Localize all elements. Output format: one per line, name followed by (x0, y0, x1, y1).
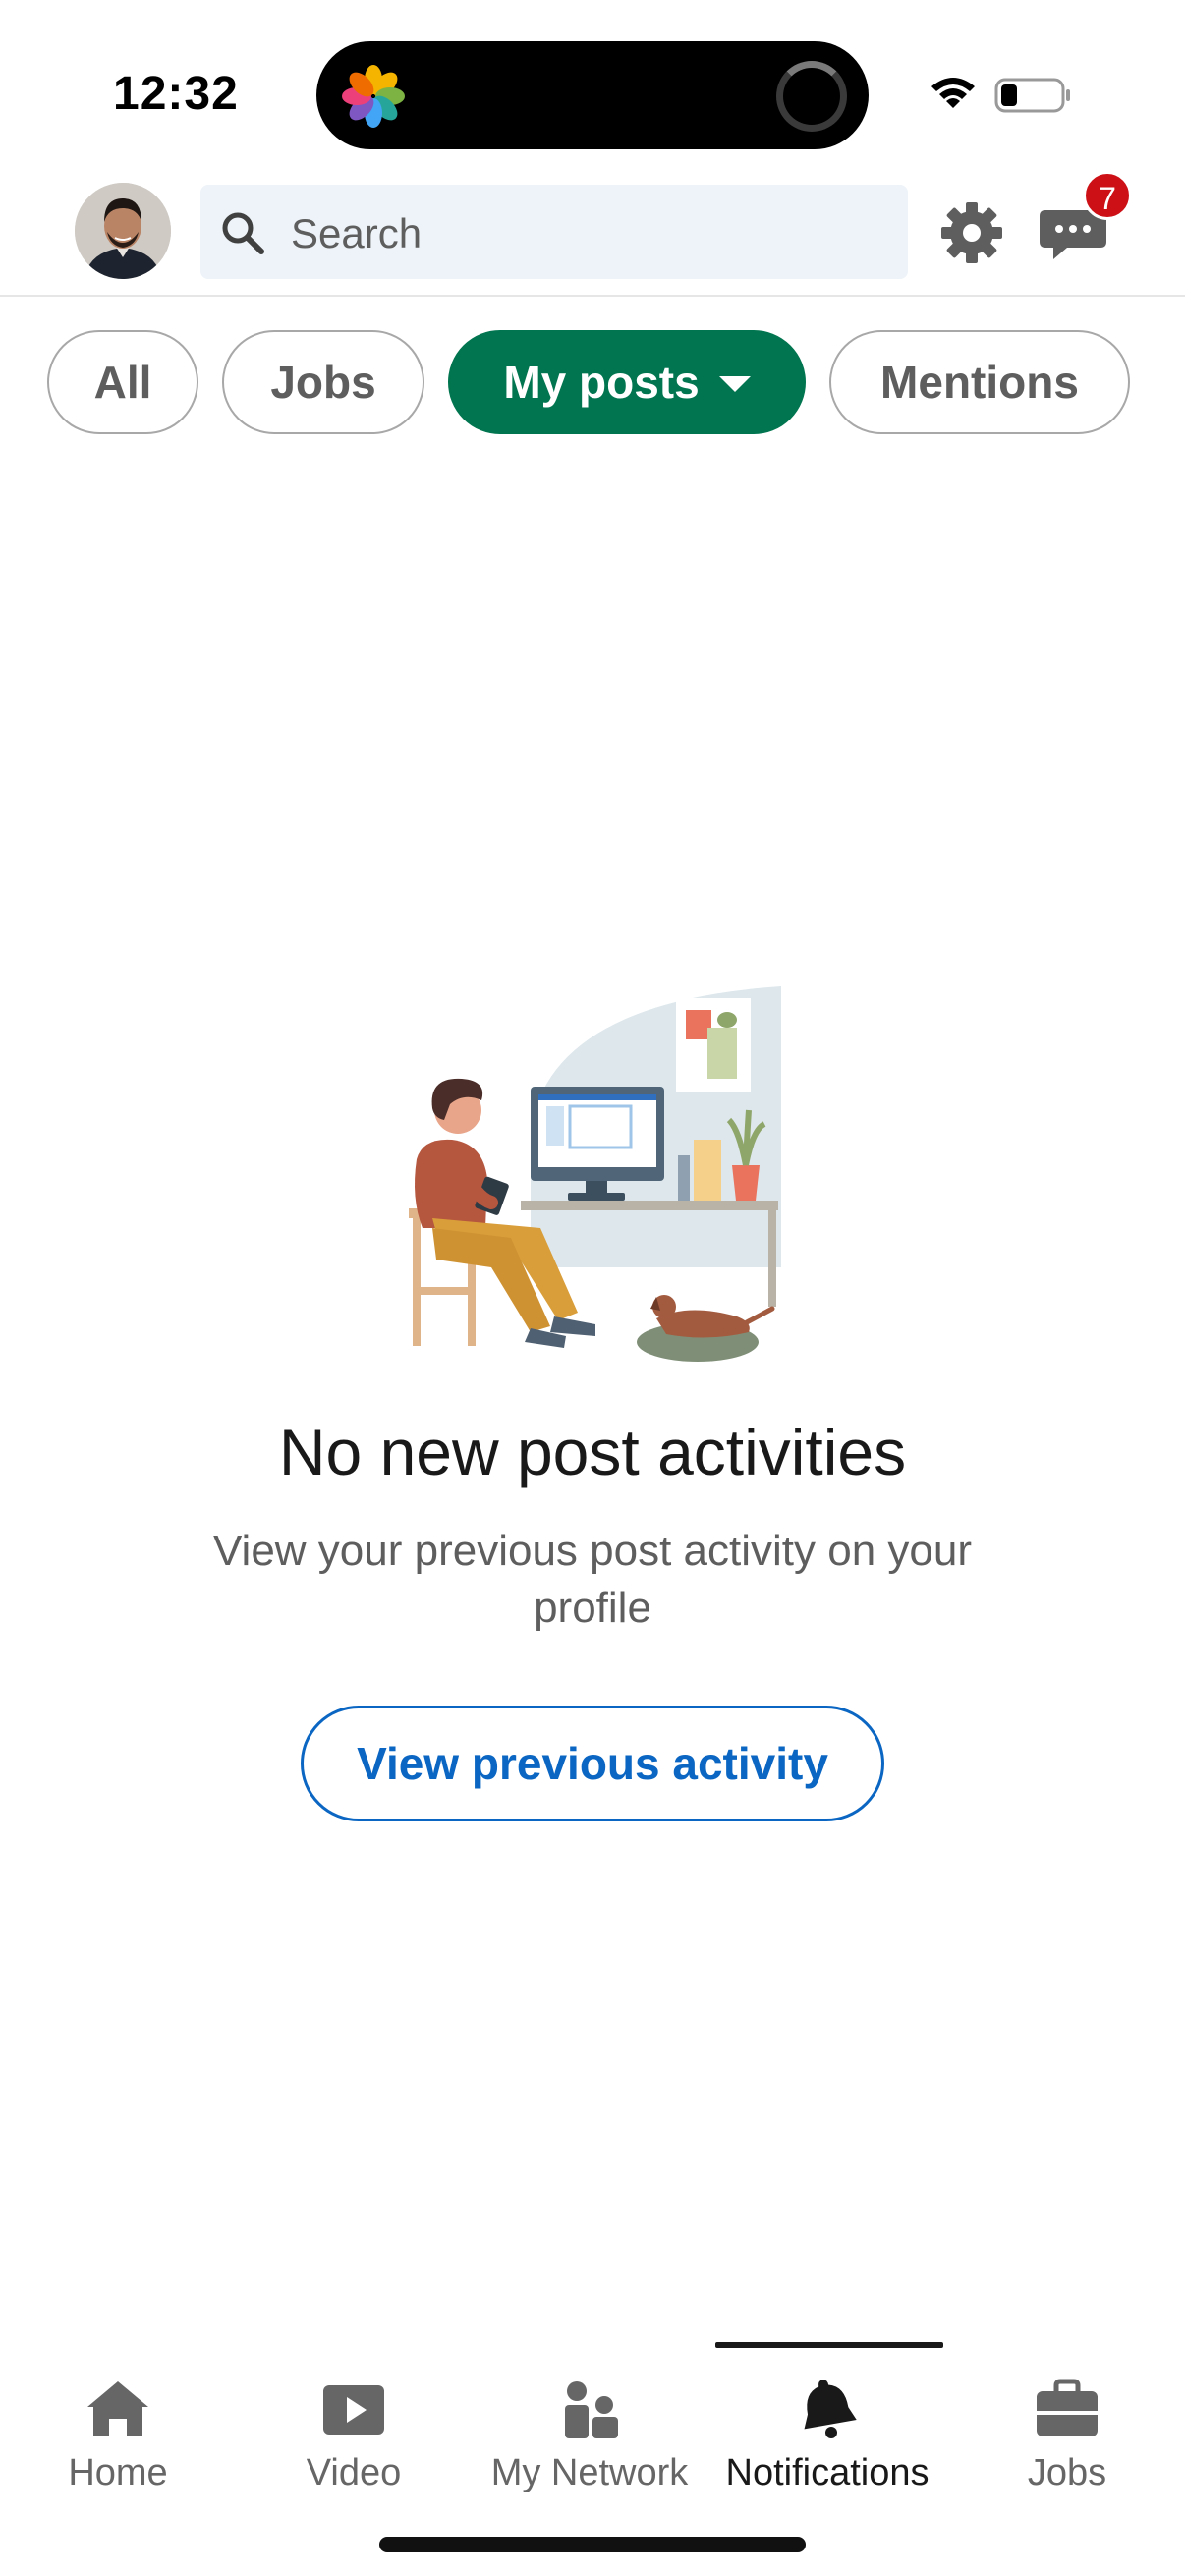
briefcase-icon (1037, 2379, 1098, 2436)
filter-mentions-label: Mentions (880, 357, 1079, 408)
filter-my-posts-label: My posts (503, 357, 700, 408)
search-placeholder: Search (291, 210, 423, 256)
filter-pills: All Jobs My posts Mentions (0, 330, 1185, 438)
filter-jobs-label: Jobs (270, 357, 376, 408)
status-time: 12:32 (113, 68, 239, 120)
nav-notifications-label: Notifications (725, 2452, 930, 2493)
filter-jobs[interactable]: Jobs (222, 330, 424, 434)
nav-home-label: Home (68, 2452, 168, 2493)
filter-all[interactable]: All (47, 330, 198, 434)
nav-jobs[interactable]: Jobs (949, 2358, 1185, 2493)
network-icon (565, 2381, 618, 2438)
video-icon (323, 2385, 384, 2435)
photos-icon (342, 65, 405, 128)
nav-my-network[interactable]: My Network (472, 2358, 707, 2493)
wifi-icon (931, 78, 975, 108)
top-header: Search 7 (0, 171, 1185, 297)
home-indicator[interactable] (379, 2537, 806, 2552)
nav-my-network-label: My Network (490, 2452, 689, 2493)
loading-spinner-icon (776, 61, 847, 132)
nav-video[interactable]: Video (236, 2358, 472, 2493)
active-tab-indicator (715, 2342, 943, 2348)
search-bar[interactable]: Search (200, 185, 908, 279)
bottom-navigation: Home Video My Network Notifications Jobs (0, 2338, 1185, 2495)
gear-icon[interactable] (937, 198, 1006, 267)
caret-down-icon (718, 376, 751, 392)
nav-notifications[interactable]: Notifications (709, 2358, 945, 2493)
search-icon (222, 212, 264, 254)
home-icon (87, 2381, 148, 2436)
empty-state-illustration (409, 986, 781, 1362)
filter-mentions[interactable]: Mentions (829, 330, 1130, 434)
filter-my-posts[interactable]: My posts (448, 330, 806, 434)
messages-badge: 7 (1083, 171, 1132, 220)
empty-state-subtitle: View your previous post activity on your… (213, 1527, 972, 1632)
nav-home[interactable]: Home (0, 2358, 236, 2493)
empty-state-title: No new post activities (278, 1416, 907, 1488)
dynamic-island (316, 41, 869, 149)
bell-icon (804, 2380, 857, 2438)
battery-icon (994, 78, 1070, 113)
filter-all-label: All (93, 357, 152, 408)
profile-avatar[interactable] (75, 183, 171, 279)
status-bar: 12:32 (0, 0, 1185, 177)
nav-jobs-label: Jobs (1027, 2452, 1107, 2493)
view-previous-activity-button[interactable]: View previous activity (301, 1706, 884, 1821)
nav-video-label: Video (306, 2452, 402, 2493)
view-previous-activity-label: View previous activity (357, 1738, 828, 1789)
